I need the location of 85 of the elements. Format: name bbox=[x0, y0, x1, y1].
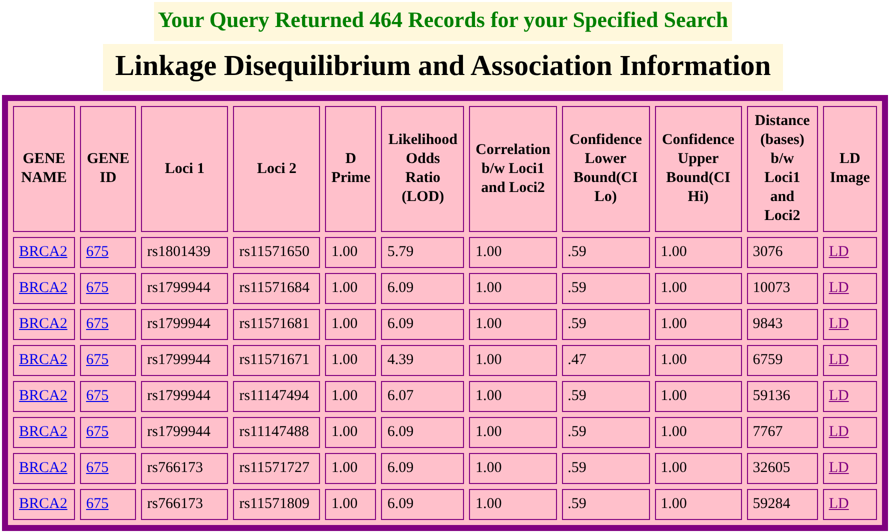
table-cell: rs766173 bbox=[141, 489, 228, 520]
table-cell: 59136 bbox=[746, 381, 818, 412]
table-cell: rs11571727 bbox=[233, 453, 320, 484]
ld-image-link[interactable]: LD bbox=[828, 244, 849, 260]
column-header: GENE NAME bbox=[13, 106, 76, 232]
table-cell: 3076 bbox=[746, 237, 818, 268]
table-cell: rs1799944 bbox=[141, 273, 228, 304]
table-cell: 7767 bbox=[746, 417, 818, 448]
table-cell: 6.09 bbox=[381, 273, 464, 304]
table-cell: 6759 bbox=[746, 345, 818, 376]
table-cell: .59 bbox=[562, 417, 650, 448]
table-cell: rs1801439 bbox=[141, 237, 228, 268]
column-header: Loci 1 bbox=[141, 106, 228, 232]
page-title: Linkage Disequilibrium and Association Information bbox=[103, 44, 783, 91]
column-header: Correlation b/w Loci1 and Loci2 bbox=[469, 106, 557, 232]
table-cell: .59 bbox=[562, 237, 650, 268]
table-cell: 6.09 bbox=[381, 309, 464, 340]
query-summary: Your Query Returned 464 Records for your Specified Search bbox=[154, 2, 732, 41]
table-cell: rs1799944 bbox=[141, 345, 228, 376]
table-cell: 1.00 bbox=[469, 381, 557, 412]
table-cell: .59 bbox=[562, 489, 650, 520]
column-header: Likelihood Odds Ratio (LOD) bbox=[381, 106, 464, 232]
table-cell: 1.00 bbox=[325, 381, 376, 412]
table-cell: rs11571681 bbox=[233, 309, 320, 340]
table-cell: rs1799944 bbox=[141, 417, 228, 448]
table-cell: 1.00 bbox=[654, 237, 742, 268]
ld-image-link[interactable]: LD bbox=[828, 352, 849, 368]
column-header: Distance (bases) b/w Loci1 and Loci2 bbox=[746, 106, 818, 232]
table-cell: 6.09 bbox=[381, 489, 464, 520]
table-cell: 1.00 bbox=[469, 453, 557, 484]
table-cell: .59 bbox=[562, 453, 650, 484]
table-cell: .59 bbox=[562, 309, 650, 340]
column-header: Loci 2 bbox=[233, 106, 320, 232]
ld-image-link[interactable]: LD bbox=[828, 496, 849, 512]
table-cell: 1.00 bbox=[325, 453, 376, 484]
table-cell: 1.00 bbox=[325, 489, 376, 520]
table-cell: .59 bbox=[562, 381, 650, 412]
table-cell: 1.00 bbox=[325, 345, 376, 376]
column-header: GENE ID bbox=[80, 106, 136, 232]
table-cell: 6.07 bbox=[381, 381, 464, 412]
table-cell: 1.00 bbox=[325, 309, 376, 340]
table-cell: 6.09 bbox=[381, 417, 464, 448]
ld-image-link[interactable]: LD bbox=[828, 388, 849, 404]
table-cell: 1.00 bbox=[469, 417, 557, 448]
ld-image-link[interactable]: LD bbox=[828, 316, 849, 332]
table-cell: 4.39 bbox=[381, 345, 464, 376]
table-cell: rs1799944 bbox=[141, 381, 228, 412]
table-cell: rs766173 bbox=[141, 453, 228, 484]
table-cell: 6.09 bbox=[381, 453, 464, 484]
table-cell: .59 bbox=[562, 273, 650, 304]
ld-image-link[interactable]: LD bbox=[828, 424, 849, 440]
table-cell: rs11571684 bbox=[233, 273, 320, 304]
ld-image-link[interactable]: LD bbox=[828, 280, 849, 296]
table-cell: 1.00 bbox=[654, 273, 742, 304]
table-cell: 1.00 bbox=[654, 417, 742, 448]
table-cell: 1.00 bbox=[654, 345, 742, 376]
column-header: Confidence Upper Bound(CI Hi) bbox=[654, 106, 742, 232]
table-cell: .47 bbox=[562, 345, 650, 376]
table-cell: 1.00 bbox=[654, 381, 742, 412]
table-cell: 10073 bbox=[746, 273, 818, 304]
table-cell: rs1799944 bbox=[141, 309, 228, 340]
table-cell: 1.00 bbox=[325, 417, 376, 448]
table-cell: 5.79 bbox=[381, 237, 464, 268]
table-cell: 1.00 bbox=[654, 489, 742, 520]
table-cell: 1.00 bbox=[325, 237, 376, 268]
table-cell: 1.00 bbox=[654, 309, 742, 340]
table-cell: 1.00 bbox=[469, 489, 557, 520]
table-cell: rs11571809 bbox=[233, 489, 320, 520]
table-cell: 1.00 bbox=[469, 309, 557, 340]
table-cell: 32605 bbox=[746, 453, 818, 484]
table-cell: rs11147494 bbox=[233, 381, 320, 412]
table-cell: rs11571650 bbox=[233, 237, 320, 268]
column-header: Confidence Lower Bound(CI Lo) bbox=[562, 106, 650, 232]
ld-image-link[interactable]: LD bbox=[828, 460, 849, 476]
table-cell: 59284 bbox=[746, 489, 818, 520]
table-cell: 9843 bbox=[746, 309, 818, 340]
table-cell: 1.00 bbox=[325, 273, 376, 304]
column-header: D Prime bbox=[325, 106, 376, 232]
table-cell: 1.00 bbox=[654, 453, 742, 484]
table-cell: 1.00 bbox=[469, 237, 557, 268]
table-cell: 1.00 bbox=[469, 273, 557, 304]
table-cell: rs11147488 bbox=[233, 417, 320, 448]
column-header: LD Image bbox=[822, 106, 877, 232]
table-cell: 1.00 bbox=[469, 345, 557, 376]
table-cell: rs11571671 bbox=[233, 345, 320, 376]
